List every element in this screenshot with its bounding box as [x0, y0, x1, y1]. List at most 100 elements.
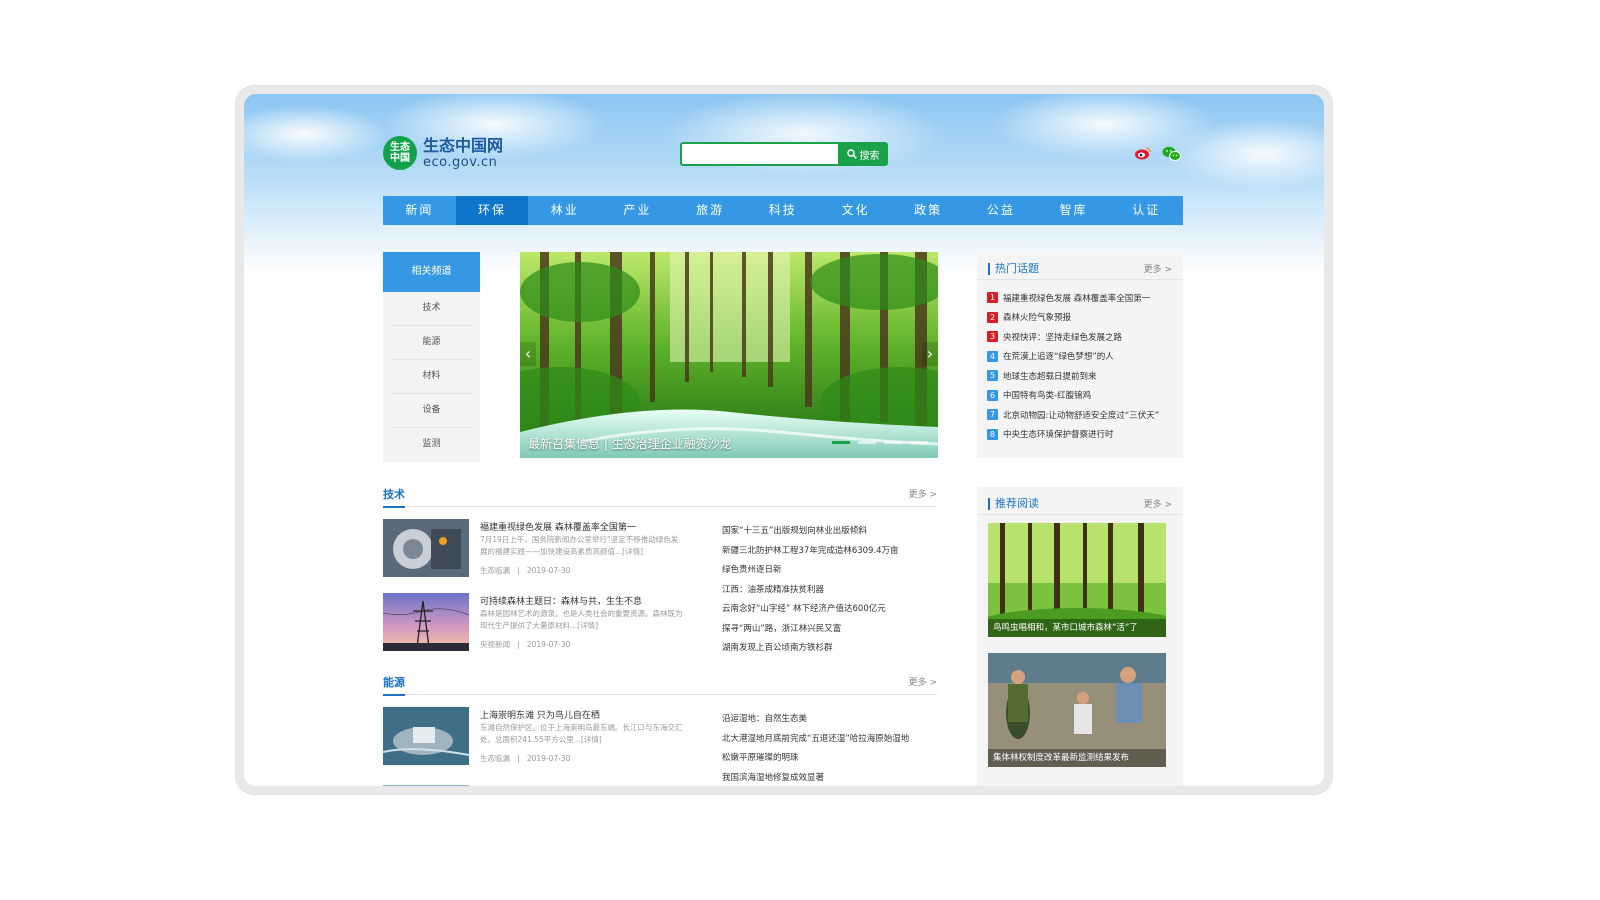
hot-topic-item[interactable]: 7 北京动物园:让动物舒适安全度过“三伏天”	[977, 405, 1183, 425]
hot-topic-item[interactable]: 6 中国特有鸟类-红腹锦鸡	[977, 386, 1183, 406]
nav-item[interactable]: 认证	[1110, 196, 1183, 225]
hot-topic-text: 中央生态环境保护督察进行时	[1003, 430, 1114, 441]
related-channel-item[interactable]: 技术	[391, 292, 472, 326]
related-channel-item[interactable]: 材料	[391, 360, 472, 394]
search-button[interactable]: 搜索	[838, 142, 888, 166]
hot-topic-text: 中国特有鸟类-红腹锦鸡	[1003, 391, 1092, 402]
rank-badge: 4	[987, 350, 998, 362]
section-energy-more-link[interactable]: 更多 >	[909, 675, 937, 688]
related-channels: 相关频道 技术 能源 材料 设备 监测	[383, 252, 480, 462]
news-link[interactable]: 探寻“两山”路，浙江林兴民又富	[722, 622, 841, 634]
logo-domain: eco.gov.cn	[423, 154, 498, 170]
recommended-caption: 集体林权制度改革最新监测结果发布	[988, 749, 1166, 767]
recommended-more-link[interactable]: 更多 >	[1144, 497, 1172, 510]
related-channels-title: 相关频道	[383, 252, 480, 292]
news-link[interactable]: 沿运湿地：自然生态美	[722, 712, 807, 724]
nav-item[interactable]: 新闻	[383, 196, 456, 225]
news-link[interactable]: 松嫩平原璀璨的明珠	[722, 751, 799, 763]
news-link[interactable]: 北大港湿地月底前完成“五退还湿”哈拉海原始湿地	[722, 732, 909, 744]
article-title[interactable]: 可持续森林主题日：森林与共，生生不息	[480, 594, 642, 607]
recommended-item[interactable]: 集体林权制度改革最新监测结果发布	[988, 653, 1166, 767]
recommended-title: 推荐阅读	[988, 497, 1039, 510]
rank-badge: 3	[987, 331, 998, 343]
article-meta: 央视新闻 | 2019-07-30	[480, 640, 571, 649]
search-bar: 搜索	[680, 142, 888, 166]
hot-topic-item[interactable]: 4 在荒漠上追逐“绿色梦想”的人	[977, 347, 1183, 367]
article-item[interactable]: 福建重视绿色发展 森林覆盖率全国第一 7月19日上午，国务院新闻办公室举行“坚定…	[383, 519, 683, 579]
site-logo[interactable]: 生态 中国 生态中国网 eco.gov.cn	[383, 136, 503, 170]
news-link[interactable]: 云南念好“山字经” 林下经济产值达600亿元	[722, 602, 886, 614]
section-tech-title[interactable]: 技术	[383, 486, 405, 508]
hot-topic-text: 地球生态超载日提前到来	[1003, 371, 1097, 382]
nav-item[interactable]: 环保	[455, 196, 529, 225]
partial-photo	[383, 785, 469, 786]
recommended-panel: 推荐阅读 更多 > 鸟鸣虫唱相和，某市口城市森林“活”了 集体林权制度改革最新监…	[977, 487, 1183, 786]
hot-topic-text: 在荒漠上追逐“绿色梦想”的人	[1003, 352, 1114, 363]
nav-item[interactable]: 智库	[1037, 196, 1110, 225]
main-nav: 新闻 环保 林业 产业 旅游 科技 文化 政策 公益 智库 认证	[383, 196, 1183, 225]
related-channel-item[interactable]: 监测	[391, 428, 472, 461]
article-summary: 7月19日上午，国务院新闻办公室举行“坚定不移推动绿色发展的福建实践——加快建设…	[480, 535, 679, 556]
recommended-item[interactable]: 鸟鸣虫唱相和，某市口城市森林“活”了	[988, 523, 1166, 637]
hot-topic-item[interactable]: 3 央视快评：坚持走绿色发展之路	[977, 327, 1183, 347]
news-link[interactable]: 绿色贵州逐日新	[722, 563, 782, 575]
article-summary: 东滩自然保护区。位于上海崇明岛最东端。长江口与东海交汇处。总面积241.55平方…	[480, 723, 683, 744]
hot-topic-item[interactable]: 1 福建重视绿色发展 森林覆盖率全国第一	[977, 288, 1183, 308]
nav-item[interactable]: 科技	[746, 196, 819, 225]
banner-dot[interactable]	[884, 441, 902, 444]
article-meta: 生态临漏 | 2019-07-30	[480, 754, 571, 763]
rank-badge: 5	[987, 370, 998, 382]
article-thumbnail[interactable]	[383, 593, 469, 651]
rank-badge: 8	[987, 428, 998, 440]
section-tech-header: 技术 更多 >	[383, 486, 937, 508]
banner-dot[interactable]	[910, 441, 928, 444]
nav-item[interactable]: 林业	[528, 196, 601, 225]
news-link[interactable]: 湖南发现上百公顷南方铁杉群	[722, 641, 833, 653]
search-input[interactable]	[680, 142, 838, 166]
hot-topics-more-link[interactable]: 更多 >	[1144, 262, 1172, 275]
article-thumbnail-partial[interactable]	[383, 780, 469, 786]
related-channel-item[interactable]: 能源	[391, 326, 472, 360]
banner-next-arrow[interactable]: ›	[922, 342, 938, 366]
wetland-aerial-photo	[383, 707, 469, 765]
banner-prev-arrow[interactable]: ‹	[520, 342, 536, 366]
rank-badge: 6	[987, 389, 998, 401]
power-tower-photo	[383, 593, 469, 651]
nav-item[interactable]: 公益	[965, 196, 1038, 225]
section-energy-header: 能源 更多 >	[383, 674, 937, 696]
banner-caption[interactable]: 最新召集信息 | 生态治理企业融资沙龙	[528, 435, 732, 452]
hot-topic-text: 森林火险气象预报	[1003, 313, 1072, 324]
recommended-caption: 鸟鸣虫唱相和，某市口城市森林“活”了	[988, 619, 1166, 637]
hot-topic-item[interactable]: 8 中央生态环境保护督察进行时	[977, 425, 1183, 445]
nav-item[interactable]: 文化	[819, 196, 892, 225]
banner-carousel[interactable]: ‹ › 最新召集信息 | 生态治理企业融资沙龙	[520, 252, 938, 458]
article-meta: 生态临漏 | 2019-07-30	[480, 566, 571, 575]
news-link[interactable]: 新疆三北防护林工程37年完成造林6309.4万亩	[722, 544, 899, 556]
hot-topic-item[interactable]: 5 地球生态超载日提前到来	[977, 366, 1183, 386]
article-title[interactable]: 上海崇明东滩 只为鸟儿自在栖	[480, 708, 600, 721]
section-tech-more-link[interactable]: 更多 >	[909, 487, 937, 500]
news-link[interactable]: 江西：油茶成精准扶贫利器	[722, 583, 824, 595]
hot-topic-text: 央视快评：坚持走绿色发展之路	[1003, 332, 1123, 343]
weibo-icon[interactable]	[1134, 146, 1152, 160]
hot-topic-item[interactable]: 2 森林火险气象预报	[977, 308, 1183, 328]
article-item[interactable]: 上海崇明东滩 只为鸟儿自在栖 东滩自然保护区。位于上海崇明岛最东端。长江口与东海…	[383, 707, 683, 767]
article-thumbnail[interactable]	[383, 707, 469, 765]
news-link[interactable]: 国家“十三五”出版规划向林业出版倾斜	[722, 524, 867, 536]
article-thumbnail[interactable]	[383, 519, 469, 577]
section-energy-title[interactable]: 能源	[383, 674, 405, 696]
banner-dot[interactable]	[832, 441, 850, 444]
rank-badge: 1	[987, 292, 998, 304]
article-title[interactable]: 福建重视绿色发展 森林覆盖率全国第一	[480, 520, 636, 533]
banner-dot[interactable]	[858, 441, 876, 444]
article-item[interactable]: 可持续森林主题日：森林与共，生生不息 森林是园林艺术的源泉。也是人类社会的重要资…	[383, 593, 683, 653]
sky-header-background	[244, 94, 1324, 274]
wechat-icon[interactable]	[1162, 146, 1182, 162]
related-channel-item[interactable]: 设备	[391, 394, 472, 428]
rank-badge: 2	[987, 311, 998, 323]
nav-item[interactable]: 产业	[601, 196, 674, 225]
nav-item[interactable]: 政策	[892, 196, 965, 225]
banner-pagination	[824, 441, 928, 444]
news-link[interactable]: 我国滨海湿地修复成效显著	[722, 771, 824, 783]
nav-item[interactable]: 旅游	[674, 196, 747, 225]
